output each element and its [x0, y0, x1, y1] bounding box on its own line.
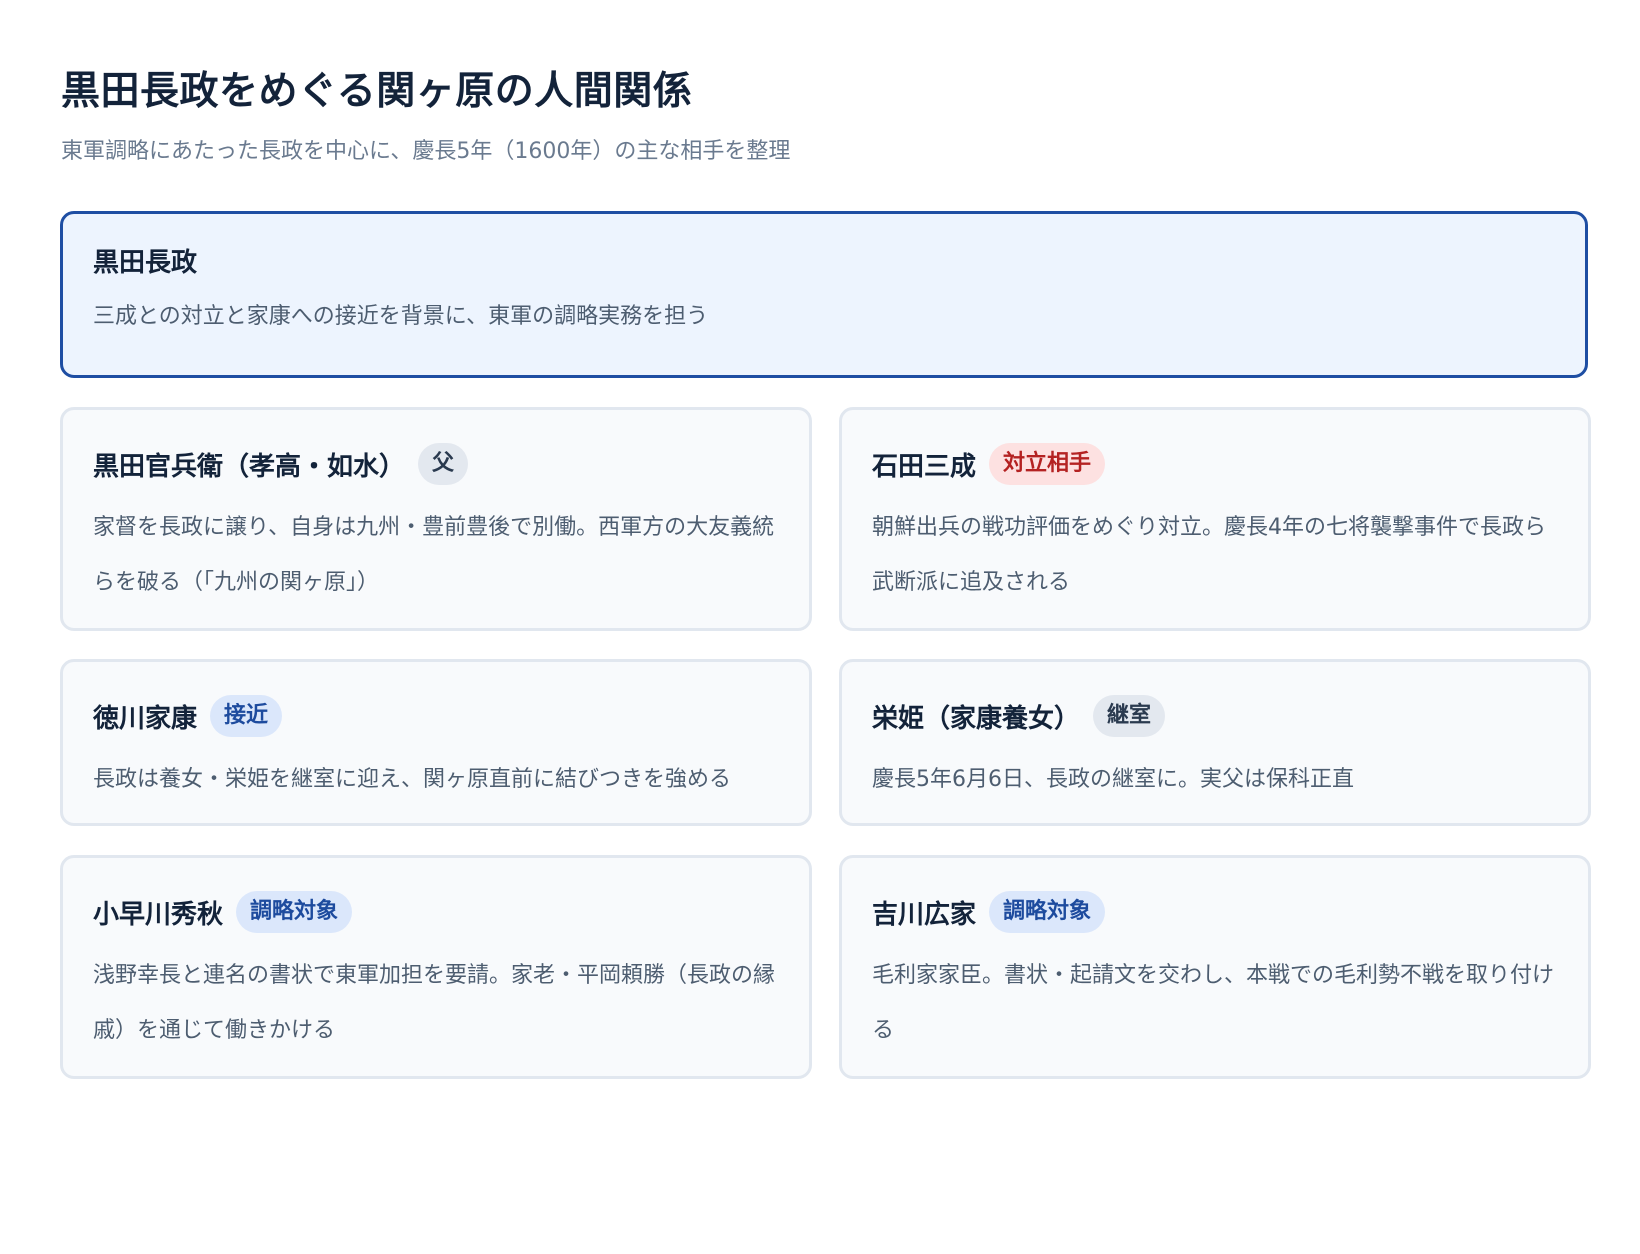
relation-card-rival: 石田三成 対立相手 朝鮮出兵の戦功評価をめぐり対立。慶長4年の七将襲撃事件で長政…: [839, 407, 1591, 631]
relation-card-spouse: 栄姫（家康養女） 継室 慶長5年6月6日、長政の継室に。実父は保科正直: [839, 659, 1591, 826]
card-header: 吉川広家 調略対象: [872, 888, 1558, 936]
person-name: 石田三成: [872, 451, 977, 482]
relation-badge: 接近: [210, 695, 283, 737]
relation-badge: 調略対象: [236, 891, 353, 933]
person-name: 徳川家康: [93, 703, 198, 734]
person-description: 朝鮮出兵の戦功評価をめぐり対立。慶長4年の七将襲撃事件で長政ら武断派に追及される: [872, 515, 1546, 595]
person-name: 小早川秀秋: [93, 899, 224, 930]
person-name: 黒田長政: [93, 247, 198, 278]
card-header: 黒田官兵衛（孝高・如水） 父: [93, 440, 779, 488]
card-header: 石田三成 対立相手: [872, 440, 1558, 488]
relation-badge: 調略対象: [989, 891, 1106, 933]
relation-card-father: 黒田官兵衛（孝高・如水） 父 家督を長政に譲り、自身は九州・豊前豊後で別働。西軍…: [60, 407, 812, 631]
card-header: 徳川家康 接近: [93, 692, 779, 740]
card-header: 黒田長政: [93, 236, 1555, 284]
person-name: 吉川広家: [872, 899, 977, 930]
relation-badge: 継室: [1093, 695, 1166, 737]
person-description: 三成との対立と家康への接近を背景に、東軍の調略実務を担う: [93, 304, 709, 329]
relation-badge: 父: [418, 443, 469, 485]
relation-badge: 対立相手: [989, 443, 1106, 485]
card-header: 小早川秀秋 調略対象: [93, 888, 779, 936]
central-person-card: 黒田長政 三成との対立と家康への接近を背景に、東軍の調略実務を担う: [60, 211, 1588, 378]
person-description: 毛利家家臣。書状・起請文を交わし、本戦での毛利勢不戦を取り付ける: [872, 963, 1555, 1043]
person-name: 黒田官兵衛（孝高・如水）: [93, 451, 406, 482]
page-title: 黒田長政をめぐる関ヶ原の人間関係: [61, 69, 693, 114]
relation-card-target-kikkawa: 吉川広家 調略対象 毛利家家臣。書状・起請文を交わし、本戦での毛利勢不戦を取り付…: [839, 855, 1591, 1079]
person-description: 慶長5年6月6日、長政の継室に。実父は保科正直: [872, 767, 1354, 792]
person-description: 家督を長政に譲り、自身は九州・豊前豊後で別働。西軍方の大友義統らを破る（「九州の…: [93, 515, 775, 595]
card-header: 栄姫（家康養女） 継室: [872, 692, 1558, 740]
page-subtitle: 東軍調略にあたった長政を中心に、慶長5年（1600年）の主な相手を整理: [61, 139, 791, 164]
person-description: 長政は養女・栄姫を継室に迎え、関ヶ原直前に結びつきを強める: [93, 767, 732, 792]
relation-card-target-kobayakawa: 小早川秀秋 調略対象 浅野幸長と連名の書状で東軍加担を要請。家老・平岡頼勝（長政…: [60, 855, 812, 1079]
relation-card-ally: 徳川家康 接近 長政は養女・栄姫を継室に迎え、関ヶ原直前に結びつきを強める: [60, 659, 812, 826]
relationship-page: 黒田長政をめぐる関ヶ原の人間関係 東軍調略にあたった長政を中心に、慶長5年（16…: [0, 0, 1640, 1254]
person-name: 栄姫（家康養女）: [872, 703, 1081, 734]
person-description: 浅野幸長と連名の書状で東軍加担を要請。家老・平岡頼勝（長政の縁戚）を通じて働きか…: [93, 963, 776, 1043]
